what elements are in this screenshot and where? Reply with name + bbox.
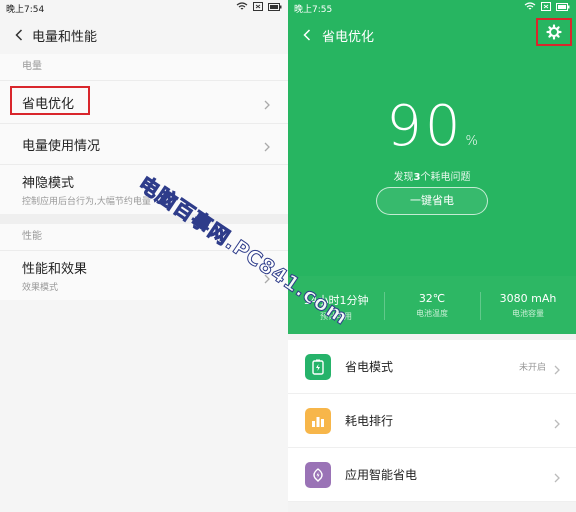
right-screen: 晚上7:55 省电优化 90 % 发现3个耗电问题 一键省电 14小时1分钟 预… (288, 0, 576, 512)
section-label-battery: 电量 (0, 54, 288, 80)
highlight-box (10, 86, 90, 115)
left-screen: 晚上7:54 电量和性能 电量 省电优化 电量使用情况 神隐模式 控制应用后台行… (0, 0, 288, 512)
sim-icon (541, 2, 551, 14)
back-icon[interactable] (298, 26, 316, 44)
status-bar: 晚上7:55 (288, 0, 576, 16)
battery-percent: 90% (386, 94, 478, 159)
list-item-label: 应用智能省电 (345, 468, 418, 482)
chevron-right-icon (262, 96, 272, 110)
one-click-save-button[interactable]: 一键省电 (376, 187, 488, 215)
list-item-label: 省电模式 (345, 360, 394, 374)
status-time: 晚上7:55 (294, 4, 333, 15)
stat-temperature: 32℃ 电池温度 (384, 276, 480, 334)
row-title: 电量使用情况 (22, 138, 101, 154)
status-time: 晚上7:54 (6, 4, 45, 15)
settings-button[interactable] (536, 18, 572, 46)
percent-unit: % (465, 134, 478, 149)
chevron-right-icon (262, 138, 272, 152)
status-bar: 晚上7:54 (0, 0, 288, 16)
row-subtitle: 效果模式 (22, 283, 59, 293)
section-label-performance: 性能 (0, 224, 288, 250)
list-item-status: 未开启 (518, 363, 546, 373)
bar-chart-icon (305, 407, 331, 434)
chevron-right-icon (552, 415, 562, 428)
divider (0, 214, 288, 224)
battery-icon (305, 353, 331, 380)
list-item-power-ranking[interactable]: 耗电排行 (288, 394, 576, 448)
row-title: 神隐模式 (22, 176, 75, 191)
page-title: 省电优化 (322, 29, 375, 45)
battery-status-icon (556, 2, 570, 14)
row-title: 性能和效果 (22, 262, 88, 277)
sim-icon (253, 2, 263, 14)
row-subtitle: 控制应用后台行为,大幅节约电量 (22, 197, 151, 207)
stat-capacity: 3080 mAh 电池容量 (480, 276, 576, 334)
list-item-label: 耗电排行 (345, 414, 394, 428)
row-stealth-mode[interactable]: 神隐模式 控制应用后台行为,大幅节约电量 (0, 164, 288, 214)
issues-text: 发现3个耗电问题 (393, 172, 471, 183)
header: 省电优化 (288, 16, 576, 54)
row-battery-usage[interactable]: 电量使用情况 (0, 123, 288, 164)
wifi-icon (236, 2, 248, 14)
battery-status-icon (268, 2, 282, 14)
stat-remaining: 14小时1分钟 预计可用 (303, 294, 369, 321)
list-item-app-smart-saving[interactable]: 应用智能省电 (288, 448, 576, 502)
chevron-right-icon (552, 469, 562, 482)
chevron-right-icon (262, 270, 272, 283)
gear-icon (546, 24, 562, 40)
wifi-icon (524, 2, 536, 14)
back-icon[interactable] (10, 26, 28, 44)
chevron-right-icon (552, 361, 562, 374)
page-title: 电量和性能 (32, 29, 98, 45)
leaf-icon (305, 461, 331, 488)
header: 电量和性能 (0, 16, 288, 54)
battery-summary: 90% 发现3个耗电问题 一键省电 (288, 54, 576, 276)
list-item-power-saving-mode[interactable]: 省电模式 未开启 (288, 340, 576, 394)
battery-stats: 14小时1分钟 预计可用 32℃ 电池温度 3080 mAh 电池容量 (288, 276, 576, 334)
row-performance-effects[interactable]: 性能和效果 效果模式 (0, 250, 288, 300)
